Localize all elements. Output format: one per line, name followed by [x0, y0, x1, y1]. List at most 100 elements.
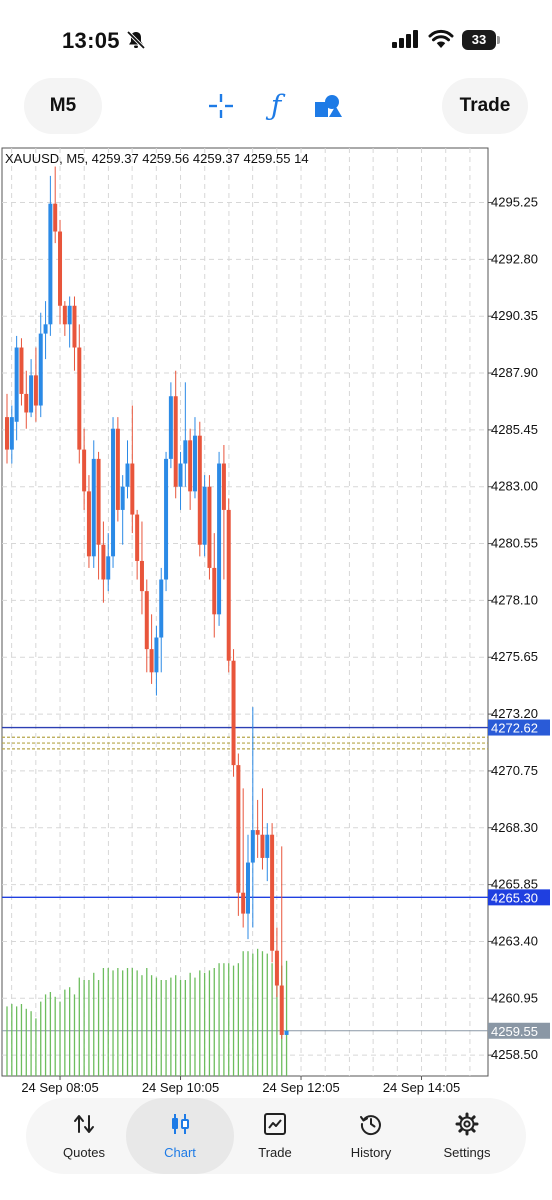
tab-chart[interactable]: Chart [126, 1098, 234, 1174]
candle [91, 440, 96, 568]
tab-quotes[interactable]: Quotes [36, 1098, 132, 1174]
price-axis-label: 4265.85 [491, 877, 538, 892]
candle-body [197, 435, 202, 545]
candle-body [265, 834, 270, 858]
candle-body [58, 231, 63, 306]
candle-body [43, 324, 48, 334]
wifi-icon [428, 29, 454, 48]
signal-icon [392, 30, 418, 48]
time-axis-label: 24 Sep 08:05 [21, 1080, 98, 1095]
candle-body [226, 509, 231, 661]
tab-trade-label: Trade [258, 1145, 292, 1160]
candle-body [212, 567, 217, 615]
candle-body [62, 305, 67, 325]
chart-canvas[interactable]: 4295.25 4292.80 4290.35 4287.90 4285.45 4283.… [0, 146, 552, 1096]
tab-quotes-label: Quotes [63, 1145, 105, 1160]
price-axis-label: 4263.40 [491, 933, 538, 948]
candle [115, 417, 120, 522]
candle-body [53, 203, 58, 232]
candle-body [231, 660, 236, 766]
candle-body [144, 591, 149, 650]
gear-icon [455, 1112, 479, 1136]
chart-toolbar: M5 ƒ Trade [0, 74, 552, 138]
history-clock-icon [360, 1115, 381, 1136]
price-axis-label: 4292.80 [491, 251, 538, 266]
status-time: 13:05 [62, 28, 120, 53]
timeframe-button[interactable]: M5 [24, 78, 102, 134]
candle-body [111, 428, 116, 557]
price-tag-label: 4259.55 [491, 1024, 538, 1039]
candle [284, 1030, 289, 1035]
candle [270, 823, 275, 963]
status-bar: 13:05 33 [0, 0, 552, 80]
candle-body [202, 486, 207, 545]
candle-body [14, 347, 19, 422]
tab-trade[interactable]: Trade [227, 1098, 323, 1174]
tab-settings[interactable]: Settings [419, 1098, 515, 1174]
candle-body [221, 463, 226, 510]
candle-body [125, 463, 130, 487]
price-axis-label: 4280.55 [491, 536, 538, 551]
trade-chart-icon [264, 1113, 286, 1135]
chart-header: XAUUSD, M5, 4259.37 4259.56 4259.37 4259… [5, 151, 309, 166]
time-axis-label: 24 Sep 10:05 [142, 1080, 219, 1095]
candle-body [33, 375, 38, 406]
candle-body [236, 765, 241, 893]
price-axis-label: 4268.30 [491, 820, 538, 835]
time-axis-label: 24 Sep 12:05 [262, 1080, 339, 1095]
candle-body [91, 458, 96, 557]
price-chart[interactable]: 4295.25 4292.80 4290.35 4287.90 4285.45 4283.… [0, 146, 552, 1096]
candle [207, 475, 212, 580]
candle-body [19, 347, 24, 394]
candle-body [86, 491, 91, 557]
crosshair-icon[interactable] [205, 90, 237, 122]
price-axis-label: 4283.00 [491, 479, 538, 494]
candle-body [149, 649, 154, 673]
shapes-icon[interactable] [312, 90, 344, 122]
candle-body [120, 486, 125, 510]
candle-body [168, 396, 173, 459]
function-icon[interactable]: ƒ [260, 90, 292, 122]
candle-body [274, 950, 279, 986]
tab-history[interactable]: History [323, 1098, 419, 1174]
candle [231, 649, 236, 777]
bottom-tab-bar: Quotes Chart Trade History Settings [26, 1098, 526, 1174]
candle-body [279, 985, 284, 1035]
price-axis-label: 4290.35 [491, 308, 538, 323]
plot-frame [1, 147, 489, 1077]
trade-button[interactable]: Trade [442, 78, 528, 134]
candle-body [246, 862, 250, 914]
price-axis-label: 4295.25 [491, 195, 538, 210]
candle-body [29, 375, 34, 413]
candle-body [159, 579, 164, 638]
candle-body [72, 305, 77, 348]
price-axis-label: 4270.75 [491, 763, 538, 778]
candle-body [48, 203, 53, 325]
price-tag-label: 4265.30 [491, 890, 538, 905]
candle-body [154, 637, 159, 673]
candle-body [284, 1030, 289, 1035]
price-axis-label: 4285.45 [491, 422, 538, 437]
price-axis-label: 4258.50 [491, 1047, 538, 1062]
quotes-arrows-icon [74, 1115, 94, 1133]
battery-icon: 33 [462, 30, 502, 50]
candle-body [178, 463, 183, 487]
price-axis-label: 4260.95 [491, 990, 538, 1005]
candle-body [38, 333, 43, 406]
candle-body [164, 458, 169, 580]
candle-body [188, 440, 193, 492]
candle-body [115, 428, 120, 510]
tab-history-label: History [350, 1145, 392, 1160]
candle-body [135, 514, 140, 561]
candle [236, 753, 241, 916]
battery-level: 33 [471, 32, 487, 47]
candle-body [241, 892, 246, 914]
time-axis-label: 24 Sep 14:05 [383, 1080, 460, 1095]
candlestick-icon [172, 1114, 189, 1134]
price-axis-label: 4275.65 [491, 649, 538, 664]
candle-body [82, 449, 87, 492]
tab-chart-label: Chart [164, 1145, 196, 1160]
bell-slash-icon [126, 30, 146, 50]
candle [226, 498, 231, 673]
candle [202, 475, 207, 557]
